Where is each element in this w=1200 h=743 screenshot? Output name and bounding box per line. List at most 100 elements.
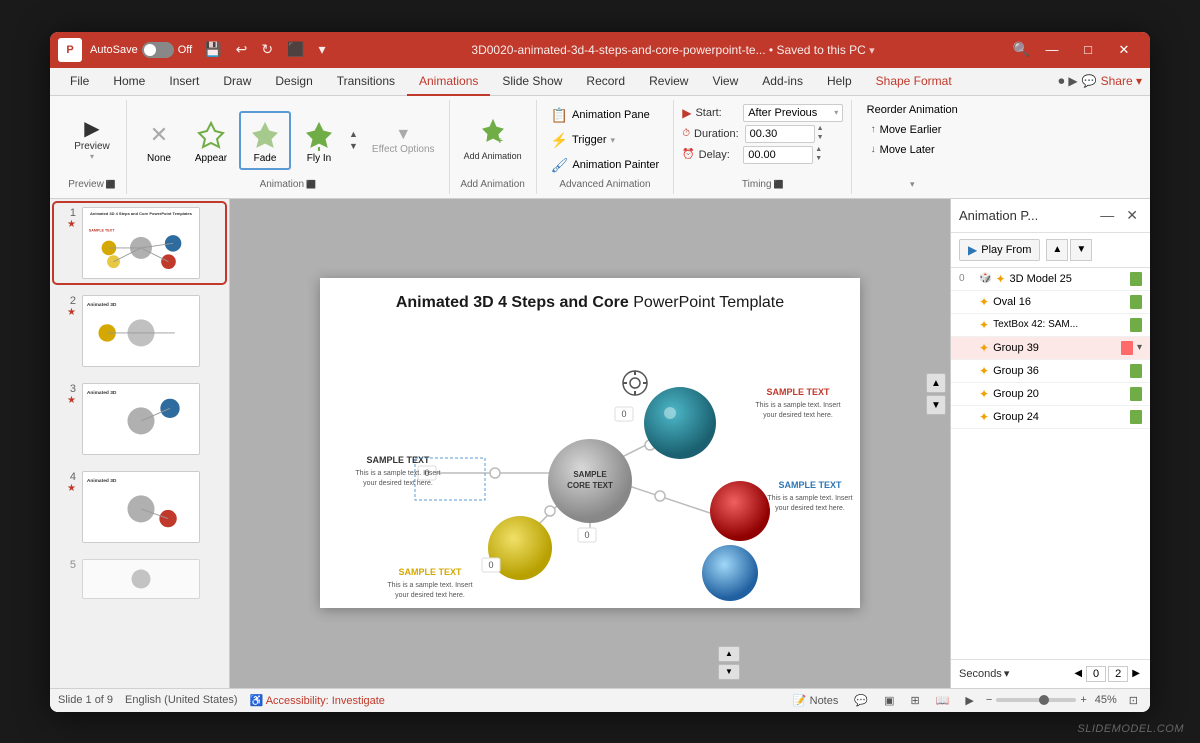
duration-down-icon[interactable]: ▼: [817, 134, 824, 142]
anim-item-label-6: Group 20: [993, 388, 1126, 400]
play-from-icon: ▶: [968, 243, 977, 257]
undo-icon[interactable]: ↩: [232, 39, 252, 60]
anim-item-star-4: ✦: [979, 341, 989, 355]
time-next-button[interactable]: ▶: [1130, 666, 1142, 681]
delay-up-icon[interactable]: ▲: [815, 146, 822, 154]
time-navigation: ◀ 0 2 ▶: [1072, 666, 1142, 682]
animation-flyin-button[interactable]: Fly In: [295, 113, 343, 168]
comment-btn[interactable]: 💬: [1082, 74, 1097, 88]
slide-thumb-1[interactable]: 1 ★ Animated 3D 4 Steps and Core PowerPo…: [54, 203, 225, 283]
add-animation-button[interactable]: + Add Animation: [458, 114, 528, 166]
preview-button[interactable]: ▶ Preview ▾: [66, 115, 118, 165]
scroll-up-button[interactable]: ▲: [926, 373, 946, 393]
bottom-scroll-up-button[interactable]: ▲: [718, 646, 740, 662]
tab-transitions[interactable]: Transitions: [325, 68, 407, 96]
move-earlier-button[interactable]: ↑ Move Earlier: [867, 122, 946, 138]
close-button[interactable]: ✕: [1106, 32, 1142, 68]
anim-item-oval[interactable]: ✦ Oval 16: [951, 291, 1150, 314]
animation-none-button[interactable]: ✕ None: [135, 113, 183, 168]
tab-shape-format[interactable]: Shape Format: [864, 68, 964, 96]
zoom-in-icon[interactable]: +: [1080, 694, 1086, 706]
slide-thumb-3[interactable]: 3 ★ Animated 3D: [54, 379, 225, 459]
trigger-button[interactable]: ⚡ Trigger ▾: [545, 129, 621, 152]
ribbon: File Home Insert Draw Design Transitions…: [50, 68, 1150, 199]
play-prev-button[interactable]: ▲: [1046, 239, 1068, 261]
minimize-button[interactable]: —: [1034, 32, 1070, 68]
start-control[interactable]: After Previous ▾: [743, 104, 843, 122]
fit-slide-button[interactable]: ⊡: [1125, 693, 1142, 708]
tab-file[interactable]: File: [58, 68, 101, 96]
slide-thumb-5[interactable]: 5: [54, 555, 225, 603]
svg-text:SAMPLE TEXT: SAMPLE TEXT: [766, 387, 830, 397]
animation-expand-icon[interactable]: ⬛: [306, 180, 316, 189]
animation-scroll-buttons[interactable]: ▲ ▼: [349, 129, 358, 151]
timing-expand-icon[interactable]: ⬛: [774, 180, 784, 189]
delay-down-icon[interactable]: ▼: [815, 155, 822, 163]
animation-fade-button[interactable]: Fade: [239, 111, 291, 170]
tab-help[interactable]: Help: [815, 68, 864, 96]
anim-item-3d-model[interactable]: 0 🎲 ✦ 3D Model 25: [951, 268, 1150, 291]
restore-button[interactable]: □: [1070, 32, 1106, 68]
animation-pane-close-button[interactable]: ✕: [1122, 205, 1142, 226]
ribbon-collapse-icon[interactable]: ▾: [910, 179, 915, 190]
slide-thumb-4[interactable]: 4 ★ Animated 3D: [54, 467, 225, 547]
anim-item-textbox[interactable]: ✦ TextBox 42: SAM...: [951, 314, 1150, 337]
accessibility-button[interactable]: ♿ Accessibility: Investigate: [250, 694, 385, 707]
tab-animations[interactable]: Animations: [407, 68, 490, 96]
tab-record[interactable]: Record: [574, 68, 637, 96]
delay-value[interactable]: 00.00: [743, 146, 813, 164]
reading-view-button[interactable]: 📖: [932, 693, 954, 708]
anim-item-group20[interactable]: ✦ Group 20: [951, 383, 1150, 406]
share-btn[interactable]: Share ▾: [1101, 74, 1142, 88]
anim-item-group36[interactable]: ✦ Group 36: [951, 360, 1150, 383]
animation-appear-button[interactable]: Appear: [187, 113, 235, 168]
anim-item-dropdown-4[interactable]: ▾: [1137, 342, 1142, 353]
seconds-selector[interactable]: Seconds ▾: [959, 667, 1009, 680]
record-btn[interactable]: ⏺: [1058, 74, 1064, 89]
zoom-slider[interactable]: [996, 698, 1076, 702]
duration-value[interactable]: 00.30: [745, 125, 815, 143]
slideshow-button[interactable]: ▶: [961, 693, 977, 708]
slide-sorter-button[interactable]: ⊞: [906, 693, 923, 708]
animation-painter-button[interactable]: 🖌 Animation Painter: [545, 154, 666, 177]
tab-view[interactable]: View: [700, 68, 750, 96]
animation-pane-button[interactable]: 📋 Animation Pane: [545, 104, 656, 127]
more-icon[interactable]: ▾: [315, 39, 330, 60]
svg-text:Animated 3D: Animated 3D: [87, 389, 117, 395]
scroll-down-button[interactable]: ▼: [926, 395, 946, 415]
zoom-out-icon[interactable]: −: [986, 694, 992, 706]
svg-text:Animated 3D: Animated 3D: [87, 301, 117, 307]
watermark: SLIDEMODEL.COM: [1077, 723, 1184, 735]
notes-button[interactable]: 📝 Notes: [789, 693, 843, 708]
present-btn[interactable]: ▶: [1068, 74, 1077, 88]
comments-button[interactable]: 💬: [850, 693, 872, 708]
effect-options-button[interactable]: ▼ Effect Options: [366, 122, 441, 159]
presenter-icon[interactable]: ⬛: [283, 39, 308, 60]
delay-spinners[interactable]: ▲ ▼: [815, 146, 822, 163]
slide-thumb-2[interactable]: 2 ★ Animated 3D: [54, 291, 225, 371]
duration-up-icon[interactable]: ▲: [817, 125, 824, 133]
tab-addins[interactable]: Add-ins: [750, 68, 815, 96]
save-icon[interactable]: 💾: [200, 39, 225, 60]
time-prev-button[interactable]: ◀: [1072, 666, 1084, 681]
preview-expand-icon[interactable]: ⬛: [106, 180, 116, 189]
tab-review[interactable]: Review: [637, 68, 700, 96]
move-later-button[interactable]: ↓ Move Later: [867, 142, 939, 158]
normal-view-button[interactable]: ▣: [880, 693, 898, 708]
play-from-button[interactable]: ▶ Play From: [959, 239, 1040, 261]
redo-icon[interactable]: ↻: [257, 39, 277, 60]
anim-item-group39[interactable]: ✦ Group 39 ▾: [951, 337, 1150, 360]
tab-draw[interactable]: Draw: [211, 68, 263, 96]
start-value[interactable]: After Previous ▾: [743, 104, 843, 122]
duration-spinners[interactable]: ▲ ▼: [817, 125, 824, 142]
tab-slideshow[interactable]: Slide Show: [490, 68, 574, 96]
play-next-button[interactable]: ▼: [1070, 239, 1092, 261]
tab-design[interactable]: Design: [263, 68, 324, 96]
animation-pane-collapse-button[interactable]: —: [1096, 205, 1118, 226]
tab-insert[interactable]: Insert: [157, 68, 211, 96]
autosave-toggle[interactable]: [142, 42, 174, 58]
bottom-scroll-down-button[interactable]: ▼: [718, 664, 740, 680]
tab-home[interactable]: Home: [101, 68, 157, 96]
anim-item-group24[interactable]: ✦ Group 24: [951, 406, 1150, 429]
search-icon[interactable]: 🔍: [1009, 39, 1034, 60]
